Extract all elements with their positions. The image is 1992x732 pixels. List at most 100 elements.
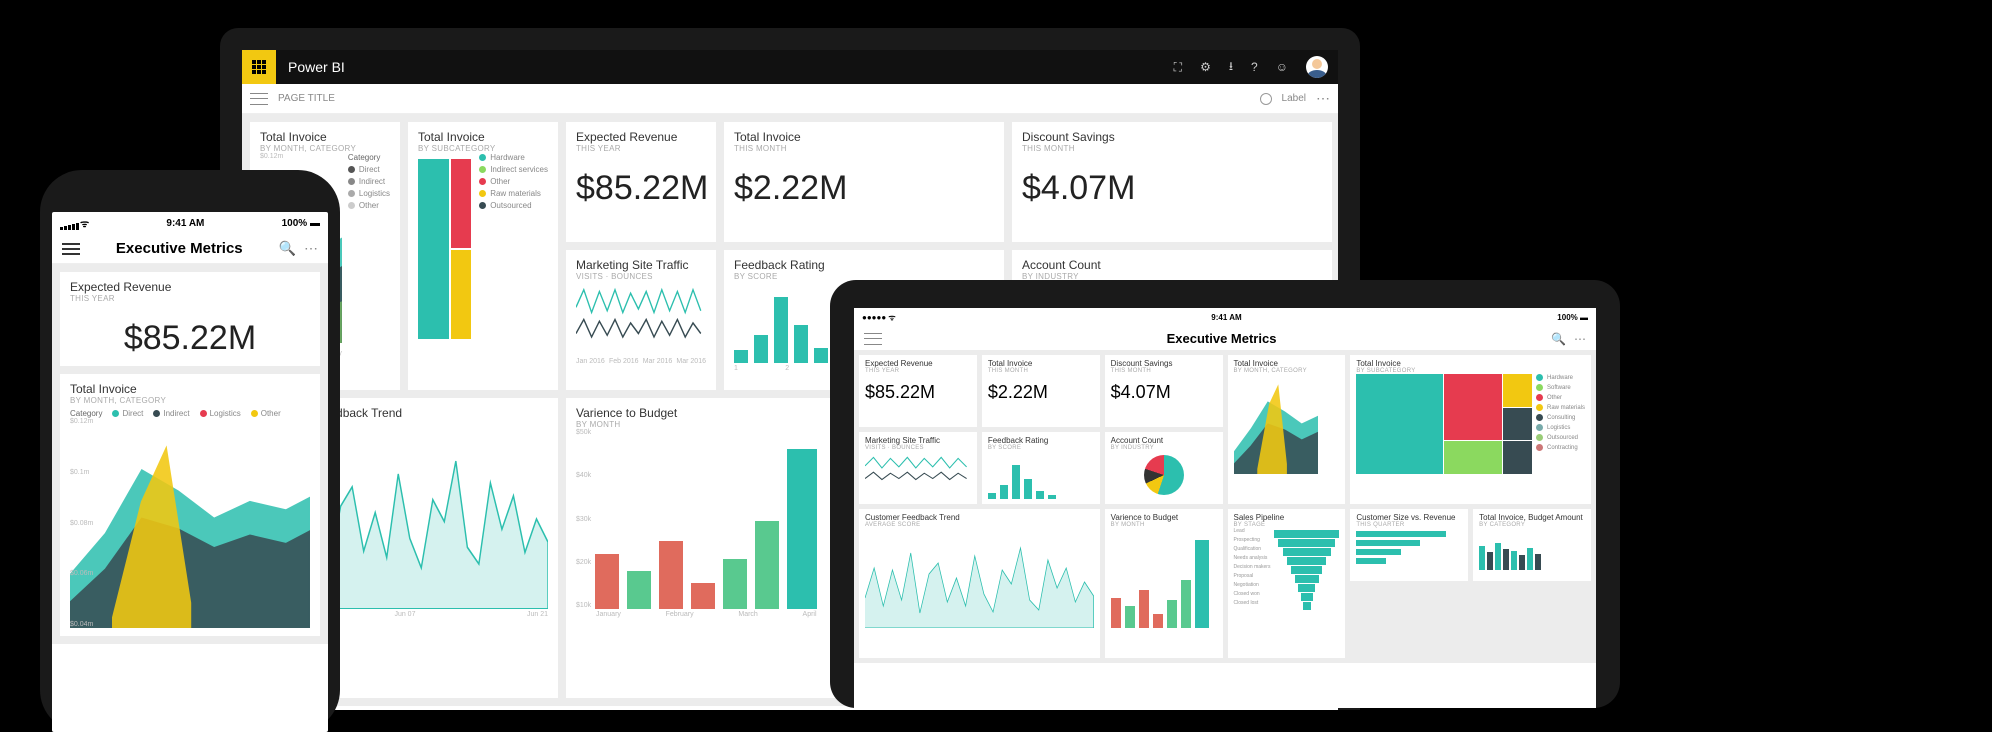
- legend-item: Indirect: [163, 409, 189, 418]
- kpi-expected-revenue-mobile[interactable]: Expected Revenue THIS YEAR $85.22M: [60, 272, 320, 366]
- kpi-discount-savings-tablet[interactable]: Discount Savings THIS MONTH $4.07M: [1105, 355, 1223, 427]
- treemap-legend: Hardware Indirect services Other Raw mat…: [479, 153, 548, 339]
- fullscreen-icon[interactable]: ⛶: [1174, 60, 1182, 75]
- more-icon[interactable]: ⋯: [1574, 332, 1586, 346]
- y-tick: $0.1m: [70, 469, 93, 476]
- status-battery: 100% ▬: [282, 218, 320, 229]
- legend-item: Direct: [122, 409, 143, 418]
- x-tick: January: [596, 611, 621, 618]
- y-tick: $50k: [576, 429, 591, 436]
- kpi-title: Discount Savings: [1111, 359, 1217, 368]
- kpi-value: $2.22M: [988, 382, 1094, 403]
- card-title: Marketing Site Traffic: [576, 258, 706, 272]
- card-title: Total Invoice: [1234, 359, 1340, 368]
- phone-screen: ᯤ 9:41 AM 100% ▬ Executive Metrics 🔍 ⋯ E…: [52, 212, 328, 732]
- hamburger-icon[interactable]: [250, 93, 268, 105]
- total-invoice-area-mobile[interactable]: Total Invoice BY MONTH, CATEGORY Categor…: [60, 374, 320, 636]
- total-invoice-treemap-card[interactable]: Total Invoice BY SUBCATEGORY Hardware In…: [408, 122, 558, 390]
- kpi-value: $85.22M: [70, 319, 310, 358]
- kpi-discount-savings[interactable]: Discount Savings THIS MONTH $4.07M: [1012, 122, 1332, 242]
- kpi-total-invoice[interactable]: Total Invoice THIS MONTH $2.22M: [724, 122, 1004, 242]
- card-sub: BY INDUSTRY: [1111, 445, 1217, 451]
- total-invoice-treemap-tablet[interactable]: Total Invoice BY SUBCATEGORY Hardware So…: [1350, 355, 1591, 504]
- card-title: Customer Size vs. Revenue: [1356, 513, 1462, 522]
- signal-icon: ᯤ: [60, 216, 89, 230]
- feedback-rating-tablet[interactable]: Feedback Rating BY SCORE: [982, 432, 1100, 504]
- legend-item: Other: [261, 409, 281, 418]
- variance-waterfall-chart: [595, 429, 817, 609]
- marketing-traffic-tablet[interactable]: Marketing Site Traffic VISITS · BOUNCES: [859, 432, 977, 504]
- legend-item: Other: [1547, 395, 1562, 401]
- funnel-chart: [1274, 530, 1339, 610]
- more-icon[interactable]: ⋯: [1316, 90, 1330, 107]
- help-icon[interactable]: ?: [1251, 60, 1258, 74]
- legend-item: Contracting: [1547, 445, 1578, 451]
- kpi-sub: THIS MONTH: [1111, 368, 1217, 374]
- feedback-icon[interactable]: ☺: [1276, 60, 1288, 74]
- marketing-traffic-card[interactable]: Marketing Site Traffic VISITS · BOUNCES …: [566, 250, 716, 390]
- search-icon[interactable]: 🔍: [279, 240, 296, 257]
- kpi-title: Expected Revenue: [865, 359, 971, 368]
- tablet-title: Executive Metrics: [892, 331, 1551, 346]
- signal-icon: ●●●●● ᯤ: [862, 312, 896, 323]
- kpi-expected-revenue[interactable]: Expected Revenue THIS YEAR $85.22M: [566, 122, 716, 242]
- avatar[interactable]: [1306, 56, 1328, 78]
- treemap-chart: [1356, 374, 1532, 474]
- breadcrumb-bar: PAGE TITLE Label ⋯: [242, 84, 1338, 114]
- kpi-expected-revenue-tablet[interactable]: Expected Revenue THIS YEAR $85.22M: [859, 355, 977, 427]
- gear-icon[interactable]: ⚙: [1200, 60, 1211, 74]
- kpi-title: Expected Revenue: [70, 280, 310, 294]
- download-icon[interactable]: ⭳: [1229, 57, 1233, 78]
- legend-item: Outsourced: [1547, 435, 1578, 441]
- legend-item: Raw materials: [490, 189, 541, 198]
- x-tick: 1: [734, 365, 738, 372]
- invoice-budget-card[interactable]: Total Invoice, Budget Amount BY CATEGORY: [1473, 509, 1591, 581]
- y-tick: $40k: [576, 472, 591, 479]
- hamburger-icon[interactable]: [62, 243, 80, 255]
- funnel-labels: LeadProspecting QualificationNeeds analy…: [1234, 528, 1271, 610]
- sales-pipeline-card[interactable]: Sales Pipeline BY STAGE LeadProspecting …: [1228, 509, 1346, 658]
- kpi-value: $2.22M: [734, 169, 994, 208]
- card-title: Total Invoice: [1356, 359, 1585, 368]
- app-name: Power BI: [288, 59, 345, 75]
- kpi-value: $85.22M: [576, 169, 706, 208]
- x-tick: March: [738, 611, 757, 618]
- tablet-frame: ●●●●● ᯤ 9:41 AM 100% ▬ Executive Metrics…: [830, 280, 1620, 708]
- hamburger-icon[interactable]: [864, 333, 882, 345]
- phone-status-bar: ᯤ 9:41 AM 100% ▬: [52, 212, 328, 234]
- account-count-tablet[interactable]: Account Count BY INDUSTRY: [1105, 432, 1223, 504]
- more-icon[interactable]: ⋯: [304, 240, 318, 257]
- variance-waterfall-chart: [1111, 528, 1217, 628]
- y-tick: $0.06m: [70, 570, 93, 577]
- card-title: Total Invoice, Budget Amount: [1479, 513, 1585, 522]
- area-chart: [1234, 374, 1319, 474]
- kpi-title: Discount Savings: [1022, 130, 1322, 144]
- kpi-title: Total Invoice: [734, 130, 994, 144]
- search-icon[interactable]: 🔍: [1551, 332, 1566, 346]
- mobile-area-legend: Category Direct Indirect Logistics Other: [70, 409, 310, 418]
- kpi-total-invoice-tablet[interactable]: Total Invoice THIS MONTH $2.22M: [982, 355, 1100, 427]
- customer-feedback-trend-tablet[interactable]: Customer Feedback Trend AVERAGE SCORE: [859, 509, 1100, 658]
- card-title: Total Invoice: [418, 130, 548, 144]
- customer-size-rev-card[interactable]: Customer Size vs. Revenue THIS QUARTER: [1350, 509, 1468, 581]
- kpi-value: $4.07M: [1022, 169, 1322, 208]
- variance-to-budget-tablet[interactable]: Varience to Budget BY MONTH: [1105, 509, 1223, 658]
- tablet-status-bar: ●●●●● ᯤ 9:41 AM 100% ▬: [854, 308, 1596, 327]
- y-tick: $20k: [576, 559, 591, 566]
- card-title: Customer Feedback Trend: [865, 513, 1094, 522]
- x-tick: Mar 2016: [643, 358, 673, 365]
- x-tick: Feb 2016: [609, 358, 639, 365]
- card-title: Total Invoice: [70, 382, 310, 396]
- feedback-bar-chart: [988, 463, 1094, 499]
- mobile-title: Executive Metrics: [80, 240, 279, 257]
- total-invoice-area-tablet[interactable]: Total Invoice BY MONTH, CATEGORY: [1228, 355, 1346, 504]
- area-legend: Category Direct Indirect Logistics Other: [348, 153, 390, 343]
- legend-item: Logistics: [359, 189, 390, 198]
- legend-item: Logistics: [210, 409, 241, 418]
- card-title: Account Count: [1111, 436, 1217, 445]
- waffle-icon[interactable]: [242, 50, 276, 84]
- grouped-bar-chart: [1479, 540, 1585, 570]
- treemap-legend: Hardware Software Other Raw materials Co…: [1536, 374, 1585, 474]
- label-radio-icon[interactable]: [1260, 93, 1272, 105]
- card-title: Feedback Rating: [734, 258, 994, 272]
